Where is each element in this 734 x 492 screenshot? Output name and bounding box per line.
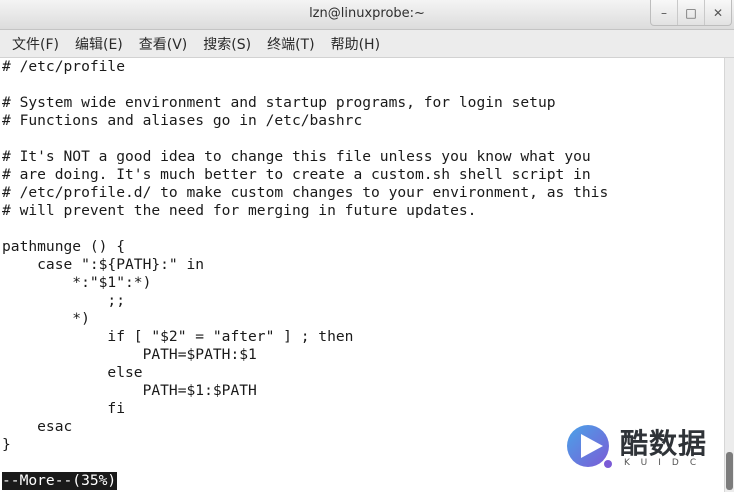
terminal-line: else	[2, 364, 143, 381]
maximize-button[interactable]: □	[677, 0, 704, 25]
terminal-line: *:"$1":*)	[2, 274, 152, 291]
menu-search[interactable]: 搜索(S)	[195, 34, 259, 54]
terminal-line: fi	[2, 400, 126, 417]
terminal-line: esac	[2, 418, 73, 435]
terminal-line: if [ "$2" = "after" ] ; then	[2, 328, 354, 345]
scrollbar-thumb[interactable]	[726, 452, 733, 490]
terminal-line: case ":${PATH}:" in	[2, 256, 205, 273]
vertical-scrollbar[interactable]	[724, 58, 734, 492]
terminal-line: PATH=$1:$PATH	[2, 382, 257, 399]
play-logo-icon	[567, 425, 612, 468]
close-button[interactable]: ✕	[704, 0, 731, 25]
menu-edit[interactable]: 编辑(E)	[67, 34, 131, 54]
window-title: lzn@linuxprobe:~	[309, 6, 425, 21]
watermark-text: 酷数据	[620, 427, 708, 460]
menu-bar: 文件(F) 编辑(E) 查看(V) 搜索(S) 终端(T) 帮助(H)	[0, 30, 734, 58]
terminal-line: # Functions and aliases go in /etc/bashr…	[2, 112, 363, 129]
menu-help[interactable]: 帮助(H)	[323, 34, 388, 54]
terminal-line: # System wide environment and startup pr…	[2, 94, 556, 111]
watermark: 酷数据 KUIDC	[566, 420, 716, 474]
title-bar[interactable]: lzn@linuxprobe:~ – □ ✕	[0, 0, 734, 30]
terminal-line: ;;	[2, 292, 126, 309]
terminal-line: }	[2, 436, 11, 453]
terminal-line: PATH=$PATH:$1	[2, 346, 257, 363]
terminal-line: *)	[2, 310, 90, 327]
terminal-line: # will prevent the need for merging in f…	[2, 202, 477, 219]
terminal-line: # are doing. It's much better to create …	[2, 166, 591, 183]
terminal-window: lzn@linuxprobe:~ – □ ✕ 文件(F) 编辑(E) 查看(V)…	[0, 0, 734, 492]
pager-status: --More--(35%)	[2, 472, 118, 490]
terminal-line: pathmunge () {	[2, 238, 126, 255]
minimize-button[interactable]: –	[651, 0, 677, 25]
terminal-line: # It's NOT a good idea to change this fi…	[2, 148, 591, 165]
menu-view[interactable]: 查看(V)	[131, 34, 196, 54]
menu-file[interactable]: 文件(F)	[4, 34, 67, 54]
terminal-line: # /etc/profile	[2, 58, 126, 75]
watermark-subtext: KUIDC	[624, 458, 708, 468]
menu-terminal[interactable]: 终端(T)	[259, 34, 322, 54]
terminal-line: # /etc/profile.d/ to make custom changes…	[2, 184, 609, 201]
window-controls: – □ ✕	[650, 0, 732, 26]
